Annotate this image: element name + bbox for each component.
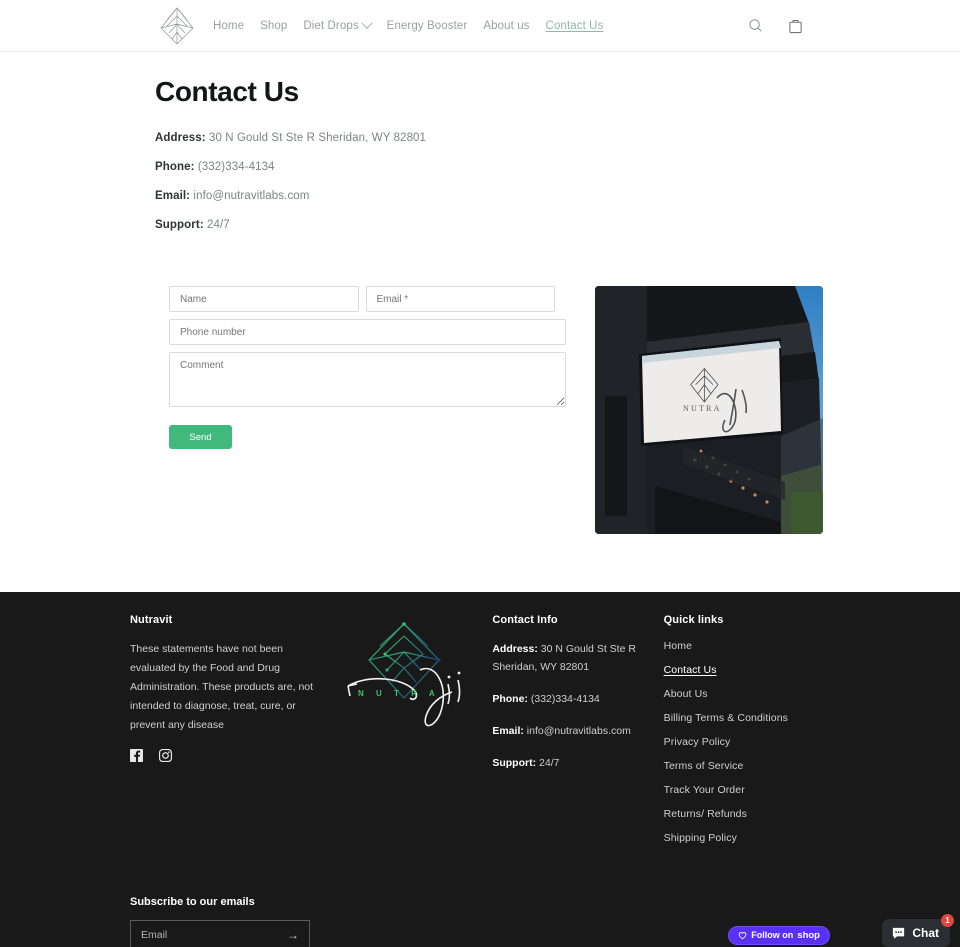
svg-text:N U T R A: N U T R A (358, 689, 440, 698)
footer-logo: N U T R A (326, 614, 483, 856)
phone-input[interactable] (169, 319, 566, 345)
footer-contact-column: Contact Info Address: 30 N Gould St Ste … (492, 614, 663, 856)
arrow-right-icon[interactable]: → (287, 928, 299, 942)
contact-info-email: Email: info@nutravitlabs.com (155, 190, 805, 202)
quick-link-shipping-policy[interactable]: Shipping Policy (664, 832, 830, 844)
quick-link-about-us[interactable]: About Us (664, 688, 830, 700)
facebook-icon[interactable] (130, 749, 143, 767)
quick-link-returns-refunds[interactable]: Returns/ Refunds (664, 808, 830, 820)
quick-link-billing-terms[interactable]: Billing Terms & Conditions (664, 712, 830, 724)
chat-unread-badge: 1 (941, 914, 954, 927)
storefront-illustration: NUTRA (595, 286, 823, 534)
follow-on-shop-button[interactable]: Follow on shop (728, 925, 830, 945)
newsletter-row: Email → Follow on shop (130, 920, 830, 947)
footer-info-label: Phone: (492, 693, 528, 705)
quick-link-contact-us[interactable]: Contact Us (664, 664, 830, 676)
site-logo[interactable] (155, 4, 199, 48)
contact-form-section: Send (155, 286, 823, 534)
chevron-down-icon (361, 17, 373, 29)
nav-label: Diet Drops (303, 19, 359, 32)
heart-icon (738, 931, 747, 939)
follow-prefix: Follow on (751, 930, 794, 940)
page-title: Contact Us (155, 76, 299, 107)
chat-widget-button[interactable]: Chat 1 (882, 914, 954, 947)
contact-info-address: Address: 30 N Gould St Ste R Sheridan, W… (155, 132, 805, 144)
header-actions (745, 16, 805, 36)
footer-address: Address: 30 N Gould St Ste R Sheridan, W… (492, 640, 663, 676)
storefront-photo: NUTRA (595, 286, 823, 534)
info-label: Phone: (155, 161, 195, 173)
nav-item-about-us[interactable]: About us (483, 20, 529, 32)
site-footer: Nutravit These statements have not been … (0, 592, 960, 947)
email-input[interactable] (365, 286, 555, 312)
footer-info-value: info@nutravitlabs.com (526, 725, 631, 737)
main-content: Contact Us Address: 30 N Gould St Ste R … (0, 76, 960, 534)
info-value: 24/7 (207, 219, 230, 231)
nav-label: Home (213, 19, 245, 32)
footer-info-label: Support: (492, 757, 537, 769)
newsletter-input-wrap[interactable]: Email → (130, 920, 310, 947)
nav-item-shop[interactable]: Shop (260, 20, 287, 32)
nutravit-leaf-logo-icon (160, 6, 194, 44)
shopping-bag-icon[interactable] (785, 16, 805, 36)
nav-label: Shop (260, 19, 288, 32)
footer-info-value: 24/7 (539, 757, 560, 769)
info-label: Address: (155, 132, 206, 144)
instagram-icon[interactable] (158, 748, 173, 767)
footer-brand-column: Nutravit These statements have not been … (130, 614, 326, 856)
primary-nav: Home Shop Diet Drops Energy Booster Abou… (213, 17, 604, 32)
chat-bubble-icon (893, 927, 905, 939)
chat-label: Chat (912, 926, 939, 940)
nav-label: About us (483, 19, 530, 32)
quick-link-terms-of-service[interactable]: Terms of Service (664, 760, 830, 772)
quick-link-track-your-order[interactable]: Track Your Order (664, 784, 830, 796)
newsletter-placeholder: Email (141, 929, 168, 941)
footer-columns: Nutravit These statements have not been … (130, 614, 830, 856)
footer-social-links (130, 748, 326, 767)
newsletter-heading: Subscribe to our emails (130, 896, 255, 908)
nutravit-footer-logo-icon: N U T R A (347, 622, 461, 727)
footer-info-label: Address: (492, 643, 538, 655)
name-input[interactable] (169, 286, 359, 312)
footer-phone: Phone: (332)334-4134 (492, 690, 663, 708)
footer-quick-links-column: Quick links Home Contact Us About Us Bil… (664, 614, 830, 856)
footer-info-label: Email: (492, 725, 524, 737)
footer-support: Support: 24/7 (492, 754, 663, 772)
info-label: Support: (155, 219, 204, 231)
nav-label: Energy Booster (386, 19, 468, 32)
nav-item-contact-us[interactable]: Contact Us (546, 20, 604, 32)
search-icon[interactable] (745, 16, 765, 36)
contact-info-list: Address: 30 N Gould St Ste R Sheridan, W… (155, 132, 805, 231)
shop-brand-word: shop (797, 929, 820, 941)
quick-link-home[interactable]: Home (664, 640, 830, 652)
footer-brand-heading: Nutravit (130, 614, 173, 626)
footer-quick-heading: Quick links (663, 614, 724, 626)
comment-textarea[interactable] (169, 352, 566, 407)
footer-disclaimer: These statements have not been evaluated… (130, 643, 314, 731)
svg-text:NUTRA: NUTRA (683, 404, 722, 413)
site-header: Home Shop Diet Drops Energy Booster Abou… (0, 0, 960, 52)
footer-email: Email: info@nutravitlabs.com (492, 722, 663, 740)
contact-form: Send (155, 286, 566, 449)
footer-contact-heading: Contact Info (492, 614, 558, 626)
info-label: Email: (155, 190, 191, 202)
nav-item-energy-booster[interactable]: Energy Booster (387, 20, 468, 32)
nav-item-home[interactable]: Home (213, 20, 244, 32)
footer-info-value: (332)334-4134 (530, 693, 600, 705)
info-value: info@nutravitlabs.com (193, 190, 310, 202)
info-value: (332)334-4134 (197, 161, 275, 173)
contact-info-phone: Phone: (332)334-4134 (155, 161, 805, 173)
contact-info-support: Support: 24/7 (155, 219, 805, 231)
info-value: 30 N Gould St Ste R Sheridan, WY 82801 (208, 132, 427, 144)
storefront-image-wrap: NUTRA (595, 286, 823, 534)
form-row-name-email (169, 286, 555, 312)
quick-link-privacy-policy[interactable]: Privacy Policy (664, 736, 830, 748)
newsletter-section: Subscribe to our emails Email → Follow o… (130, 896, 830, 947)
nav-item-diet-drops[interactable]: Diet Drops (303, 17, 373, 32)
send-button[interactable]: Send (169, 425, 232, 449)
nav-label: Contact Us (545, 19, 604, 32)
